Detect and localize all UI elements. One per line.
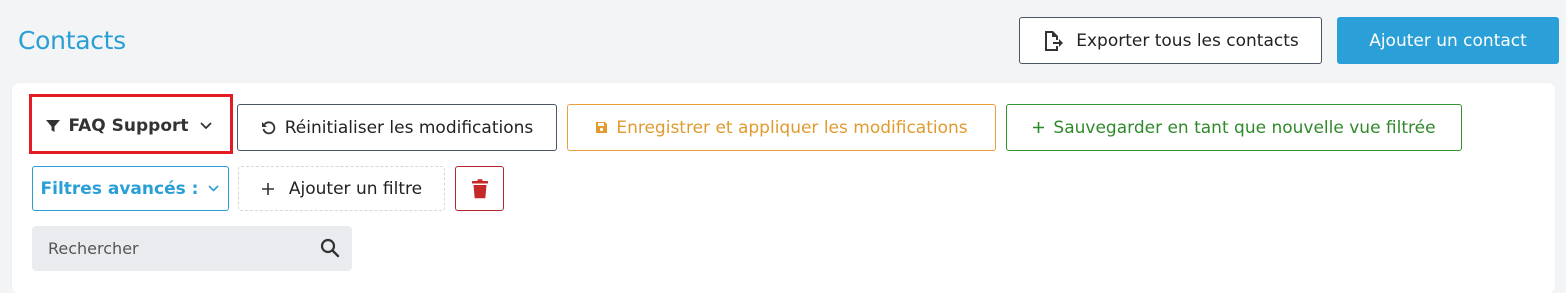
add-filter-button[interactable]: Ajouter un filtre bbox=[238, 166, 445, 211]
chevron-down-icon bbox=[199, 121, 213, 131]
trash-icon bbox=[471, 178, 489, 199]
save-apply-button[interactable]: Enregistrer et appliquer les modificatio… bbox=[567, 104, 996, 151]
delete-view-button[interactable] bbox=[455, 166, 504, 211]
filter-icon bbox=[46, 119, 61, 133]
page-title: Contacts bbox=[18, 26, 126, 55]
undo-icon bbox=[261, 120, 277, 136]
search-icon[interactable] bbox=[320, 238, 340, 258]
plus-icon bbox=[1032, 121, 1045, 134]
advanced-filters-button[interactable]: Filtres avancés : bbox=[32, 166, 229, 211]
plus-icon bbox=[261, 182, 275, 196]
reset-changes-button[interactable]: Réinitialiser les modifications bbox=[237, 104, 557, 151]
advanced-filters-label: Filtres avancés : bbox=[40, 178, 199, 199]
search-input[interactable] bbox=[32, 238, 310, 259]
reset-changes-label: Réinitialiser les modifications bbox=[284, 117, 534, 138]
save-as-new-view-label: Sauvegarder en tant que nouvelle vue fil… bbox=[1053, 117, 1436, 138]
export-contacts-button[interactable]: Exporter tous les contacts bbox=[1019, 17, 1322, 64]
save-as-new-view-button[interactable]: Sauvegarder en tant que nouvelle vue fil… bbox=[1006, 104, 1462, 151]
add-contact-button[interactable]: Ajouter un contact bbox=[1337, 17, 1559, 64]
save-apply-label: Enregistrer et appliquer les modificatio… bbox=[616, 117, 968, 138]
search-box bbox=[32, 226, 352, 271]
export-contacts-label: Exporter tous les contacts bbox=[1076, 30, 1299, 51]
floppy-disk-icon bbox=[595, 121, 608, 134]
chevron-down-icon bbox=[207, 184, 220, 193]
view-selector-button[interactable]: FAQ Support bbox=[36, 103, 223, 149]
file-export-icon bbox=[1042, 30, 1064, 52]
view-selector-label: FAQ Support bbox=[68, 116, 189, 136]
add-filter-label: Ajouter un filtre bbox=[288, 178, 423, 199]
